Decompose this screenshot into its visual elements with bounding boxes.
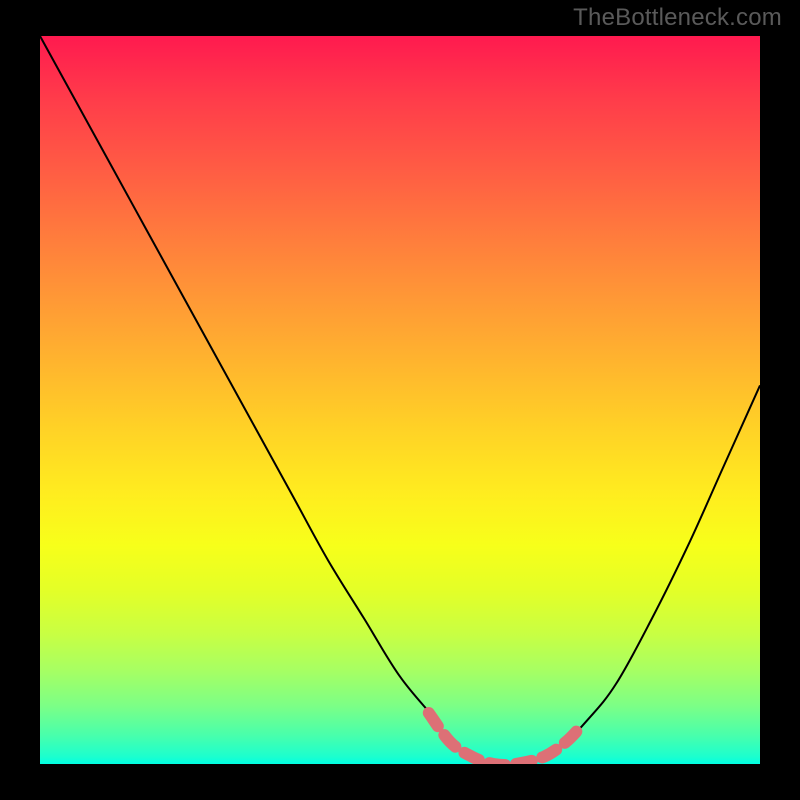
chart-frame: TheBottleneck.com [0, 0, 800, 800]
plot-area [40, 36, 760, 764]
chart-svg [40, 36, 760, 764]
optimal-range-highlight [429, 713, 580, 764]
bottleneck-curve-line [40, 36, 760, 764]
watermark-text: TheBottleneck.com [573, 4, 782, 32]
